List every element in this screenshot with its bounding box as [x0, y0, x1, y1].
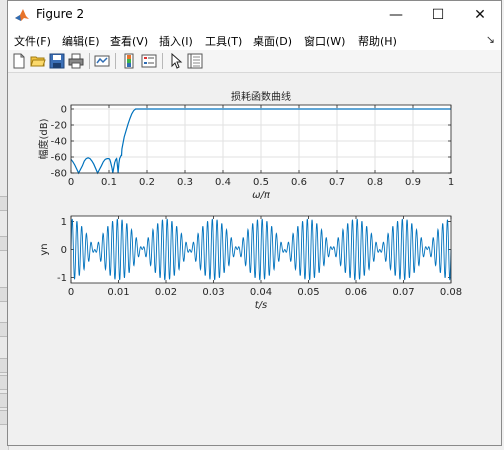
menu-tools[interactable]: 工具(T) [205, 33, 242, 49]
signal-x-tick-label: 0.03 [202, 287, 224, 298]
figure-window: Figure 2 — ☐ ✕ 文件(F) 编辑(E) 查看(V) 插入(I) 工… [7, 0, 502, 446]
axes-loss-function[interactable]: 0 0.1 0.2 0.3 0.4 0.5 0.6 0.7 0.8 0.9 1 0 -20 -40 -60 -… [37, 90, 454, 201]
loss-y-tick-label: -80 [51, 169, 67, 180]
print-icon[interactable] [68, 53, 84, 69]
loss-x-tick-label: 0.5 [253, 177, 269, 188]
property-inspector-icon[interactable] [187, 53, 203, 69]
matlab-logo-icon [14, 7, 30, 23]
menu-more-arrow-icon[interactable]: ↘ [486, 33, 495, 46]
signal-y-label: yn [39, 243, 50, 255]
toolbar-separator [162, 53, 163, 69]
close-button[interactable]: ✕ [459, 1, 501, 30]
loss-title: 损耗函数曲线 [231, 90, 291, 103]
menu-edit[interactable]: 编辑(E) [62, 33, 100, 49]
signal-x-tick-label: 0.08 [440, 287, 462, 298]
axes-time-signal[interactable]: 0 0.01 0.02 0.03 0.04 0.05 0.06 0.07 0.0810-1t/s… [39, 215, 462, 311]
loss-x-tick-label: 1 [448, 177, 454, 188]
toolbar [8, 50, 501, 73]
signal-x-label: t/s [255, 300, 268, 311]
loss-x-tick-label: 0.8 [367, 177, 383, 188]
loss-x-tick-label: 0.6 [291, 177, 307, 188]
save-icon[interactable] [49, 53, 65, 69]
new-figure-icon[interactable] [11, 53, 27, 69]
maximize-button[interactable]: ☐ [417, 1, 459, 30]
signal-x-tick-label: 0 [68, 287, 74, 298]
menu-view[interactable]: 查看(V) [110, 33, 148, 49]
loss-y-tick-label: -20 [51, 121, 67, 132]
menu-help[interactable]: 帮助(H) [358, 33, 397, 49]
menu-file[interactable]: 文件(F) [14, 33, 51, 49]
loss-x-tick-label: 0 [68, 177, 74, 188]
toolbar-separator [115, 53, 116, 69]
title-bar[interactable]: Figure 2 — ☐ ✕ [8, 1, 501, 30]
menu-bar: 文件(F) 编辑(E) 查看(V) 插入(I) 工具(T) 桌面(D) 窗口(W… [8, 30, 501, 50]
loss-x-tick-label: 0.9 [405, 177, 421, 188]
figure-plots: 0 0.1 0.2 0.3 0.4 0.5 0.6 0.7 0.8 0.9 1 0 -20 -40 -60 -… [37, 90, 462, 311]
minimize-button[interactable]: — [375, 1, 417, 30]
menu-desktop[interactable]: 桌面(D) [253, 33, 292, 49]
loss-x-tick-label: 0.4 [215, 177, 231, 188]
insert-colorbar-icon[interactable] [121, 53, 137, 69]
loss-x-tick-label: 0.7 [329, 177, 345, 188]
open-folder-icon[interactable] [30, 53, 46, 69]
signal-x-tick-label: 0.01 [107, 287, 129, 298]
loss-x-tick-label: 0.3 [177, 177, 193, 188]
link-plot-icon[interactable] [94, 53, 110, 69]
signal-x-tick-label: 0.06 [345, 287, 367, 298]
loss-y-tick-label: -60 [51, 153, 67, 164]
signal-x-tick-label: 0.05 [297, 287, 319, 298]
insert-legend-icon[interactable] [141, 53, 157, 69]
loss-y-label: 幅度(dB) [37, 118, 50, 159]
edit-plot-arrow-icon[interactable] [168, 53, 184, 69]
signal-x-tick-label: 0.04 [250, 287, 272, 298]
menu-window[interactable]: 窗口(W) [304, 33, 345, 49]
window-title: Figure 2 [36, 7, 85, 21]
loss-x-tick-label: 0.2 [139, 177, 155, 188]
toolbar-separator [89, 53, 90, 69]
signal-x-tick-label: 0.02 [155, 287, 177, 298]
loss-x-tick-label: 0.1 [101, 177, 117, 188]
signal-y-tick-label: -1 [57, 273, 67, 284]
signal-x-tick-label: 0.07 [392, 287, 414, 298]
signal-y-tick-label: 0 [61, 245, 67, 256]
loss-y-tick-label: -40 [51, 137, 67, 148]
loss-y-tick-label: 0 [61, 105, 67, 116]
loss-x-label: ω/π [252, 190, 271, 201]
menu-insert[interactable]: 插入(I) [159, 33, 193, 49]
figure-canvas: 0 0.1 0.2 0.3 0.4 0.5 0.6 0.7 0.8 0.9 1 0 -20 -40 -60 -… [8, 73, 501, 445]
signal-y-tick-label: 1 [61, 217, 67, 228]
